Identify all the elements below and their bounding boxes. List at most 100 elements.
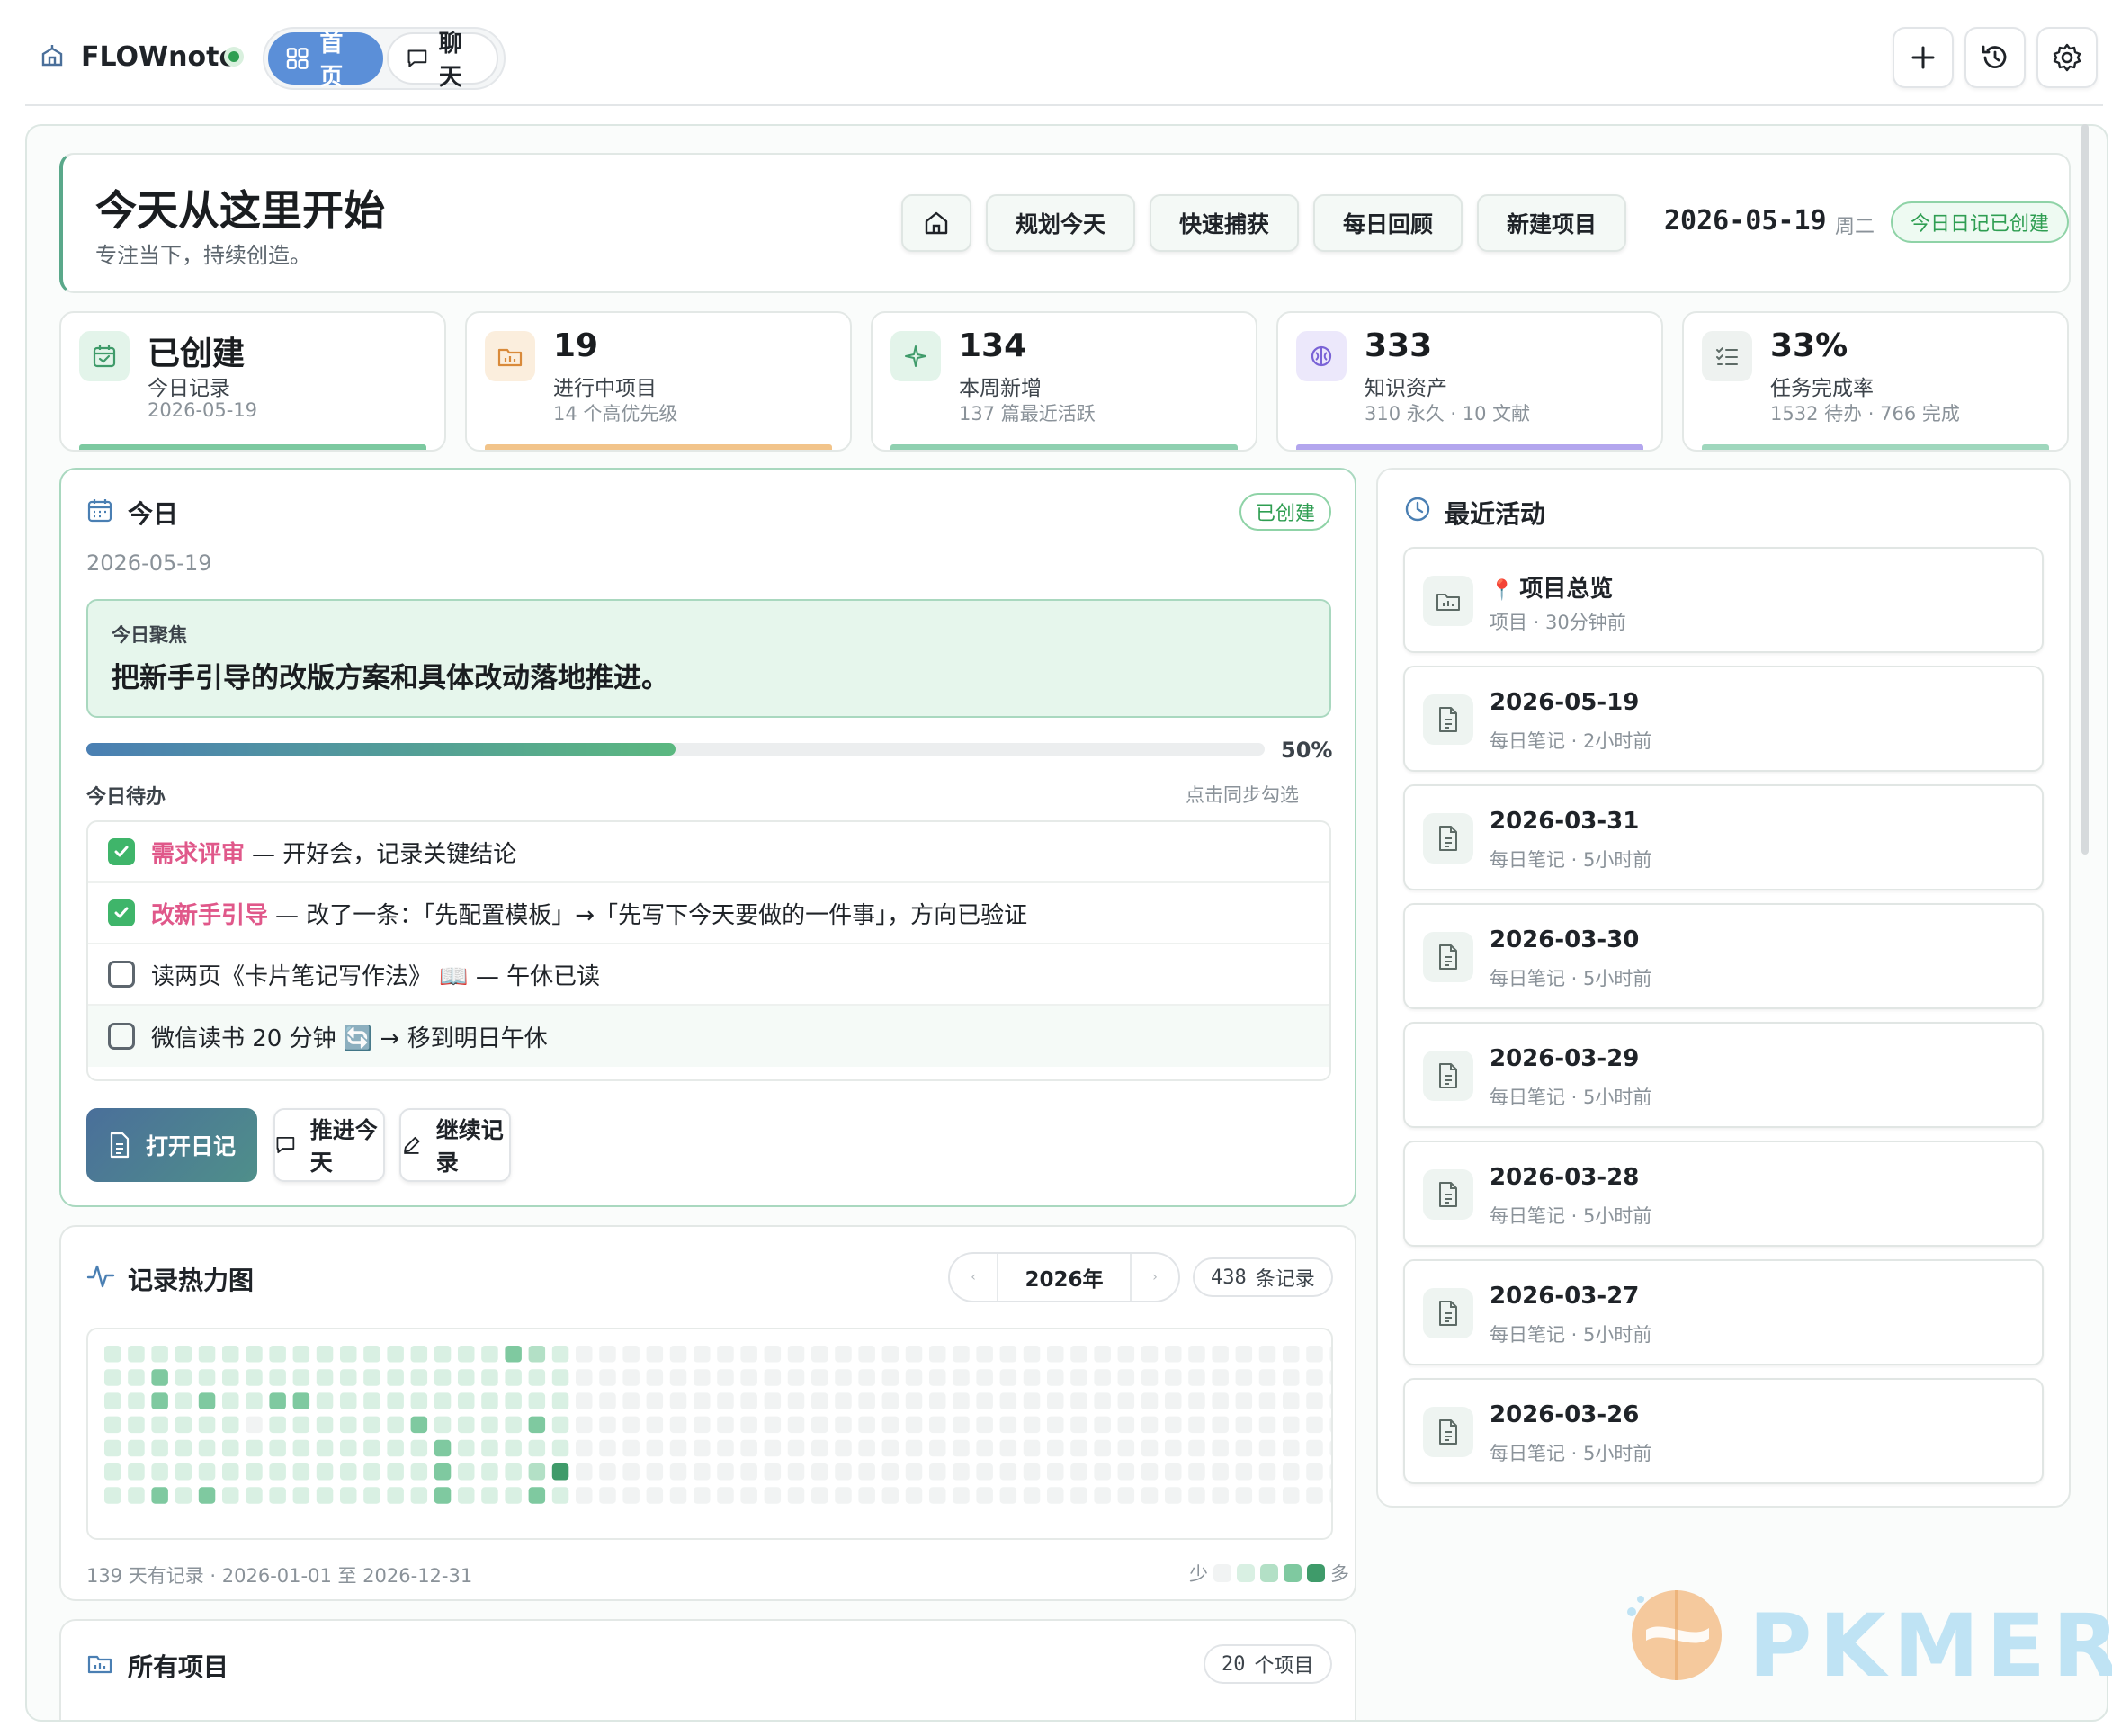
heatmap-cell[interactable] — [646, 1369, 664, 1386]
heatmap-cell[interactable] — [811, 1416, 828, 1434]
heatmap-cell[interactable] — [1306, 1487, 1323, 1504]
heatmap-cell[interactable] — [835, 1392, 852, 1409]
heatmap-cell[interactable] — [622, 1346, 640, 1363]
heatmap-cell[interactable] — [246, 1439, 263, 1457]
heatmap-cell[interactable] — [1188, 1416, 1205, 1434]
heatmap-cell[interactable] — [246, 1463, 263, 1481]
heatmap-cell[interactable] — [858, 1416, 875, 1434]
heatmap-cell[interactable] — [811, 1463, 828, 1481]
heatmap-cell[interactable] — [929, 1392, 946, 1409]
heatmap-cell[interactable] — [576, 1346, 593, 1363]
heatmap-cell[interactable] — [104, 1487, 121, 1504]
heatmap-cell[interactable] — [175, 1439, 192, 1457]
heatmap-cell[interactable] — [1141, 1487, 1159, 1504]
heatmap-cell[interactable] — [458, 1416, 475, 1434]
heatmap-cell[interactable] — [316, 1463, 334, 1481]
heatmap-cell[interactable] — [1188, 1439, 1205, 1457]
heatmap-cell[interactable] — [835, 1439, 852, 1457]
todo-item[interactable]: 需求评审 — 开好会，记录关键结论 — [88, 822, 1329, 883]
checkbox-checked[interactable] — [108, 899, 135, 926]
heatmap-cell[interactable] — [269, 1369, 286, 1386]
heatmap-cell[interactable] — [694, 1439, 711, 1457]
heatmap-cell[interactable] — [151, 1346, 168, 1363]
heatmap-cell[interactable] — [1258, 1487, 1276, 1504]
heatmap-cell[interactable] — [1141, 1439, 1159, 1457]
heatmap-cell[interactable] — [976, 1346, 993, 1363]
heatmap-cell[interactable] — [1165, 1416, 1182, 1434]
heatmap-cell[interactable] — [1165, 1463, 1182, 1481]
heatmap-cell[interactable] — [410, 1346, 428, 1363]
heatmap-cell[interactable] — [128, 1487, 145, 1504]
heatmap-cell[interactable] — [646, 1439, 664, 1457]
recent-item[interactable]: 📍 项目总览 项目 · 30分钟前 — [1403, 547, 2044, 653]
heatmap-cell[interactable] — [694, 1416, 711, 1434]
heatmap-cell[interactable] — [622, 1439, 640, 1457]
heatmap-cell[interactable] — [669, 1463, 687, 1481]
heatmap-cell[interactable] — [764, 1392, 782, 1409]
heatmap-cell[interactable] — [881, 1463, 899, 1481]
todo-item[interactable]: 改新手引导 — 改了一条：「先配置模板」→「先写下今天要做的一件事」，方向已验证 — [88, 883, 1329, 944]
heatmap-cell[interactable] — [340, 1463, 357, 1481]
heatmap-cell[interactable] — [551, 1439, 569, 1457]
heatmap-cell[interactable] — [1070, 1392, 1087, 1409]
heatmap-cell[interactable] — [292, 1369, 310, 1386]
checkbox[interactable] — [108, 961, 135, 988]
heatmap-cell[interactable] — [1023, 1416, 1041, 1434]
heatmap-cell[interactable] — [292, 1439, 310, 1457]
heatmap-cell[interactable] — [599, 1346, 616, 1363]
heatmap-cell[interactable] — [669, 1487, 687, 1504]
heatmap-cell[interactable] — [1212, 1346, 1229, 1363]
heatmap-cell[interactable] — [363, 1487, 380, 1504]
heatmap-cell[interactable] — [999, 1487, 1017, 1504]
heatmap-cell[interactable] — [1258, 1416, 1276, 1434]
heatmap-cell[interactable] — [1235, 1487, 1253, 1504]
heatmap-cell[interactable] — [292, 1346, 310, 1363]
heatmap-cell[interactable] — [669, 1346, 687, 1363]
heatmap-cell[interactable] — [151, 1487, 168, 1504]
heatmap-cell[interactable] — [1306, 1463, 1323, 1481]
heatmap-cell[interactable] — [410, 1487, 428, 1504]
heatmap-cell[interactable] — [1047, 1463, 1064, 1481]
heatmap-cell[interactable] — [835, 1346, 852, 1363]
heatmap-cell[interactable] — [387, 1439, 404, 1457]
heatmap-cell[interactable] — [198, 1487, 216, 1504]
settings-button[interactable] — [2036, 27, 2098, 88]
heatmap-cell[interactable] — [363, 1346, 380, 1363]
recent-item[interactable]: 2026-03-26 每日笔记 · 5小时前 — [1403, 1378, 2044, 1484]
heatmap-cell[interactable] — [505, 1439, 522, 1457]
stat-card-weekly-new[interactable]: 134 本周新增 137 篇最近活跃 — [871, 311, 1257, 452]
recent-item[interactable]: 2026-03-30 每日笔记 · 5小时前 — [1403, 903, 2044, 1009]
heatmap-cell[interactable] — [599, 1369, 616, 1386]
heatmap-cell[interactable] — [363, 1392, 380, 1409]
heatmap-cell[interactable] — [551, 1487, 569, 1504]
heatmap-cell[interactable] — [104, 1392, 121, 1409]
todo-item[interactable]: 微信读书 20 分钟 🔄 → 移到明日午休 — [88, 1006, 1329, 1067]
heatmap-cell[interactable] — [1235, 1416, 1253, 1434]
heatmap-cell[interactable] — [881, 1392, 899, 1409]
heatmap-cell[interactable] — [363, 1463, 380, 1481]
heatmap-cell[interactable] — [340, 1416, 357, 1434]
heatmap-cell[interactable] — [1094, 1439, 1111, 1457]
heatmap-cell[interactable] — [175, 1487, 192, 1504]
heatmap-cell[interactable] — [1329, 1439, 1347, 1457]
heatmap-cell[interactable] — [999, 1369, 1017, 1386]
heatmap-cell[interactable] — [1283, 1439, 1300, 1457]
heatmap-cell[interactable] — [316, 1487, 334, 1504]
heatmap-cell[interactable] — [481, 1463, 498, 1481]
heatmap-cell[interactable] — [1094, 1392, 1111, 1409]
heatmap-cell[interactable] — [387, 1463, 404, 1481]
heatmap-cell[interactable] — [316, 1392, 334, 1409]
heatmap-cell[interactable] — [694, 1487, 711, 1504]
heatmap-cell[interactable] — [505, 1463, 522, 1481]
heatmap-cell[interactable] — [316, 1346, 334, 1363]
heatmap-cell[interactable] — [929, 1463, 946, 1481]
heatmap-cell[interactable] — [881, 1439, 899, 1457]
heatmap-cell[interactable] — [929, 1487, 946, 1504]
heatmap-cell[interactable] — [151, 1392, 168, 1409]
heatmap-cell[interactable] — [764, 1416, 782, 1434]
heatmap-cell[interactable] — [811, 1369, 828, 1386]
heatmap-cell[interactable] — [1165, 1346, 1182, 1363]
heatmap-cell[interactable] — [976, 1487, 993, 1504]
heatmap-cell[interactable] — [599, 1439, 616, 1457]
heatmap-cell[interactable] — [128, 1392, 145, 1409]
